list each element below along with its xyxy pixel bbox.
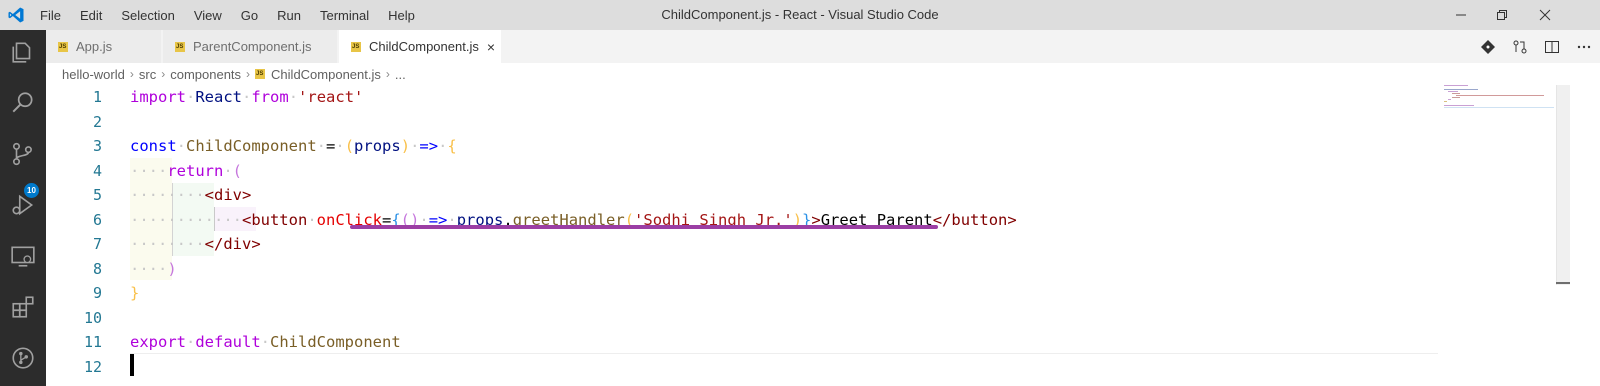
- git-graph-icon[interactable]: [10, 345, 36, 371]
- code-line: 4 ····return·(: [46, 159, 1436, 184]
- compare-button[interactable]: [1504, 30, 1536, 63]
- run-debug-icon[interactable]: [10, 192, 36, 218]
- line-number: 8: [92, 259, 102, 278]
- breadcrumb-item[interactable]: hello-world: [62, 67, 125, 82]
- extensions-icon[interactable]: [10, 294, 36, 320]
- line-number: 10: [83, 308, 102, 327]
- code-text: ····): [130, 259, 177, 278]
- source-control-icon[interactable]: [10, 141, 36, 167]
- git-diamond-icon: [1481, 39, 1495, 54]
- close-icon: [1539, 9, 1551, 21]
- remote-explorer-icon[interactable]: [10, 243, 36, 269]
- open-changes-button[interactable]: [1472, 30, 1504, 63]
- more-icon: [1577, 45, 1591, 48]
- annotation-underline: [350, 225, 938, 229]
- text-cursor: [130, 354, 134, 376]
- line-number: 3: [92, 137, 102, 155]
- breadcrumb-item[interactable]: ChildComponent.js: [271, 67, 381, 82]
- code-text: ········<div>: [130, 186, 252, 204]
- more-actions-button[interactable]: [1568, 30, 1600, 63]
- search-icon[interactable]: [10, 90, 36, 116]
- code-text: import·React·from·'react': [130, 88, 364, 106]
- line-number: 11: [83, 333, 102, 351]
- chevron-right-icon: ›: [161, 67, 166, 81]
- code-line: 2: [46, 110, 1436, 135]
- code-text: }: [130, 284, 140, 302]
- minimize-button[interactable]: [1438, 0, 1484, 30]
- code-line: 8 ····): [46, 257, 1436, 282]
- code-line: 1 import·React·from·'react': [46, 85, 1436, 110]
- js-file-icon: [175, 41, 185, 52]
- line-number: 2: [92, 112, 102, 131]
- editor-actions: [1472, 30, 1600, 63]
- breadcrumb: hello-world › src › components › ChildCo…: [46, 63, 406, 85]
- tab-label: ParentComponent.js: [193, 39, 312, 54]
- breadcrumb-item[interactable]: src: [139, 67, 156, 82]
- scrollbar-cursor-marker: [1556, 282, 1570, 284]
- line-number: 6: [92, 210, 102, 229]
- chevron-right-icon: ›: [385, 67, 390, 81]
- minimap-line: [1444, 85, 1468, 86]
- js-file-icon: [255, 69, 266, 79]
- code-line: 7 ········</div>: [46, 232, 1436, 257]
- current-line-border: [130, 353, 1438, 354]
- code-line: 5 ········<div>: [46, 183, 1436, 208]
- breadcrumb-item[interactable]: ...: [395, 67, 406, 82]
- minimap-line: [1444, 105, 1474, 106]
- code-text: const·ChildComponent·=·(props)·=>·{: [130, 137, 457, 155]
- minimap-line: [1448, 99, 1451, 100]
- tab-parent-component[interactable]: ParentComponent.js: [163, 30, 338, 63]
- line-number: 9: [92, 284, 102, 302]
- split-editor-button[interactable]: [1536, 30, 1568, 63]
- minimap-line: [1452, 93, 1460, 94]
- line-number: 4: [92, 161, 102, 180]
- tab-app-js[interactable]: App.js: [46, 30, 162, 63]
- window-title: ChildComponent.js - React - Visual Studi…: [661, 7, 939, 22]
- minimap-line: [1444, 101, 1447, 102]
- minimap-line: [1448, 91, 1458, 92]
- activity-bar: 10: [0, 30, 46, 386]
- tab-close-icon[interactable]: ×: [487, 39, 495, 55]
- minimap-line: [1452, 97, 1460, 98]
- code-line: 12: [46, 355, 1436, 380]
- code-line: 9 }: [46, 281, 1436, 306]
- line-number: 1: [92, 88, 102, 106]
- chevron-right-icon: ›: [246, 67, 251, 81]
- tab-child-component[interactable]: ChildComponent.js ×: [339, 30, 502, 63]
- tab-bar: App.js ParentComponent.js ChildComponent…: [46, 30, 1600, 63]
- breadcrumb-item[interactable]: components: [170, 67, 241, 82]
- explorer-icon[interactable]: [10, 39, 36, 65]
- title-bar: File Edit Selection View Go Run Terminal…: [0, 0, 1600, 30]
- minimap-line: [1456, 95, 1544, 96]
- line-number: 7: [92, 235, 102, 253]
- minimize-icon: [1456, 14, 1466, 16]
- tab-label: ChildComponent.js: [369, 39, 479, 54]
- code-editor[interactable]: 1 import·React·from·'react' 2 3 const·Ch…: [46, 85, 1600, 386]
- tab-label: App.js: [76, 39, 113, 54]
- minimap-line: [1444, 107, 1554, 108]
- split-editor-icon: [1545, 40, 1559, 53]
- code-line: 11 export·default·ChildComponent: [46, 330, 1436, 355]
- code-text: ····return·(: [130, 161, 243, 180]
- code-text: export·default·ChildComponent: [130, 333, 401, 351]
- js-file-icon: [58, 41, 68, 52]
- compare-changes-icon: [1513, 40, 1527, 53]
- restore-icon: [1497, 10, 1507, 20]
- close-window-button[interactable]: [1522, 0, 1568, 30]
- chevron-right-icon: ›: [129, 67, 134, 81]
- minimap-line: [1444, 89, 1478, 90]
- code-line: 10: [46, 306, 1436, 331]
- vertical-scrollbar-thumb[interactable]: [1556, 85, 1570, 285]
- line-number: 12: [83, 357, 102, 376]
- code-line: 3 const·ChildComponent·=·(props)·=>·{: [46, 134, 1436, 159]
- restore-button[interactable]: [1479, 0, 1525, 30]
- minimap[interactable]: [1440, 85, 1554, 145]
- code-text: ········</div>: [130, 235, 261, 253]
- line-number: 5: [92, 186, 102, 204]
- js-file-icon: [351, 41, 361, 52]
